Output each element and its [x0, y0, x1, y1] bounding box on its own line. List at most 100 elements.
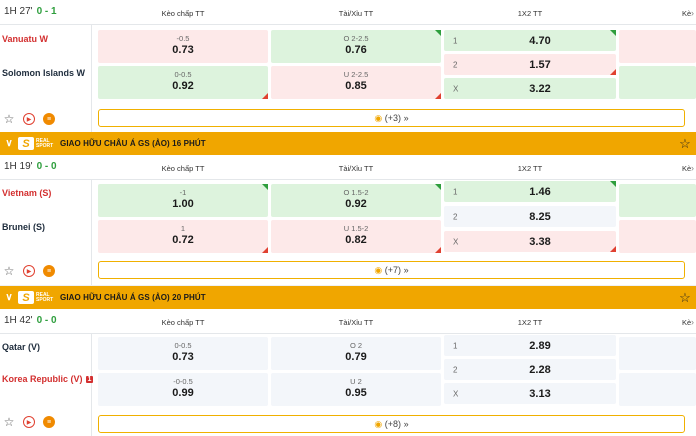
handicap-header: Kèo chấp TT	[161, 9, 205, 18]
1x2-header: 1X2 TT	[517, 9, 543, 18]
odds-cell[interactable]: 2 1.57	[444, 54, 616, 75]
scroll-right-icon[interactable]: ›	[691, 163, 694, 173]
odds-cell[interactable]: 1 1.46	[444, 181, 616, 202]
odds-up-icon	[610, 181, 616, 187]
real-sport-logo: S REAL SPORT	[18, 136, 53, 151]
star-icon[interactable]: ☆	[674, 290, 696, 306]
star-icon[interactable]: ☆	[3, 415, 15, 429]
odds-cell[interactable]: O 2 0.79	[271, 337, 441, 370]
play-icon[interactable]: ▶	[23, 113, 35, 125]
away-team[interactable]: Korea Republic (V) 1	[2, 374, 94, 384]
match-header: 1H 42' 0 - 0 Kèo chấp TT Tài/Xỉu TT 1X2 T…	[0, 309, 696, 334]
star-icon[interactable]: ☆	[3, 112, 15, 126]
odds-cell[interactable]: X 3.38	[444, 231, 616, 252]
odds-cell[interactable]: -0-0.5 0.99	[98, 373, 268, 406]
more-markets-button[interactable]: ◉ (+3) »	[98, 109, 685, 127]
odds-down-icon	[435, 247, 441, 253]
odds-up-icon	[262, 184, 268, 190]
odds-cell[interactable]: O 2-2.5 0.76	[271, 30, 441, 63]
odds-up-icon	[435, 184, 441, 190]
odds-cell[interactable]	[619, 66, 696, 99]
team-column: Vietnam (S) Brunei (S) ☆ ▶ ≡	[0, 180, 92, 285]
home-team[interactable]: Vanuatu W	[2, 34, 48, 44]
more-markets-button[interactable]: ◉ (+7) »	[98, 261, 685, 279]
odds-cell[interactable]: 0-0.5 0.92	[98, 66, 268, 99]
soccer-ball-icon: ◉	[374, 419, 383, 429]
1x2-header: 1X2 TT	[517, 164, 543, 173]
odds-up-icon	[610, 30, 616, 36]
match-score: 0 - 1	[36, 6, 57, 17]
odds-cell[interactable]: X 3.22	[444, 78, 616, 99]
odds-cell[interactable]: 2 8.25	[444, 206, 616, 227]
red-card-badge: 1	[85, 376, 94, 383]
odds-down-icon	[610, 69, 616, 75]
stats-icon[interactable]: ≡	[43, 113, 55, 125]
soccer-ball-icon: ◉	[374, 265, 383, 275]
scroll-right-icon[interactable]: ›	[691, 8, 694, 18]
odds-up-icon	[435, 30, 441, 36]
odds-down-icon	[435, 93, 441, 99]
odds-cell[interactable]: -0.5 0.73	[98, 30, 268, 63]
odds-cell[interactable]: 0-0.5 0.73	[98, 337, 268, 370]
odds-cell[interactable]: 1 2.89	[444, 335, 616, 356]
odds-cell[interactable]	[619, 373, 696, 406]
stats-icon[interactable]: ≡	[43, 416, 55, 428]
odds-cell[interactable]: U 1.5-2 0.82	[271, 220, 441, 253]
overunder-header: Tài/Xỉu TT	[338, 318, 374, 327]
chevron-down-icon[interactable]: ∨	[0, 292, 18, 303]
match-time: 1H 27' 0 - 1	[4, 6, 57, 17]
match-score: 0 - 0	[36, 315, 57, 326]
more-markets-button[interactable]: ◉ (+8) »	[98, 415, 685, 433]
match-card: 1H 42' 0 - 0 Kèo chấp TT Tài/Xỉu TT 1X2 T…	[0, 309, 696, 436]
home-team[interactable]: Vietnam (S)	[2, 188, 51, 198]
real-sport-logo: S REAL SPORT	[18, 290, 53, 305]
odds-cell[interactable]: 1 0.72	[98, 220, 268, 253]
away-team[interactable]: Brunei (S)	[2, 222, 45, 232]
league-title: GIAO HỮU CHÂU Á GS (ẢO) 20 PHÚT	[60, 293, 206, 302]
odds-down-icon	[262, 247, 268, 253]
play-icon[interactable]: ▶	[23, 265, 35, 277]
handicap-header: Kèo chấp TT	[161, 318, 205, 327]
odds-cell[interactable]	[619, 30, 696, 63]
overunder-header: Tài/Xỉu TT	[338, 9, 374, 18]
match-score: 0 - 0	[36, 161, 57, 172]
chevron-right-icon: »	[403, 419, 409, 429]
chevron-right-icon: »	[403, 113, 409, 123]
match-card: 1H 27' 0 - 1 Kèo chấp TT Tài/Xỉu TT 1X2 T…	[0, 0, 696, 132]
odds-cell[interactable]: O 1.5-2 0.92	[271, 184, 441, 217]
scroll-right-icon[interactable]: ›	[691, 317, 694, 327]
1x2-header: 1X2 TT	[517, 318, 543, 327]
chevron-down-icon[interactable]: ∨	[0, 138, 18, 149]
odds-cell[interactable]	[619, 337, 696, 370]
league-header[interactable]: ∨ S REAL SPORT GIAO HỮU CHÂU Á GS (ẢO) 16…	[0, 132, 696, 155]
odds-down-icon	[262, 93, 268, 99]
odds-cell[interactable]: 1 4.70	[444, 30, 616, 51]
star-icon[interactable]: ☆	[3, 264, 15, 278]
overunder-header: Tài/Xỉu TT	[338, 164, 374, 173]
star-icon[interactable]: ☆	[674, 136, 696, 152]
team-column: Qatar (V) Korea Republic (V) 1 ☆ ▶ ≡	[0, 334, 94, 436]
league-header[interactable]: ∨ S REAL SPORT GIAO HỮU CHÂU Á GS (ẢO) 20…	[0, 286, 696, 309]
odds-cell[interactable]	[619, 220, 696, 253]
match-time: 1H 42' 0 - 0	[4, 315, 57, 326]
league-title: GIAO HỮU CHÂU Á GS (ẢO) 16 PHÚT	[60, 139, 206, 148]
odds-cell[interactable]	[619, 184, 696, 217]
match-card: 1H 19' 0 - 0 Kèo chấp TT Tài/Xỉu TT 1X2 T…	[0, 155, 696, 285]
home-team[interactable]: Qatar (V)	[2, 342, 40, 352]
match-header: 1H 19' 0 - 0 Kèo chấp TT Tài/Xỉu TT 1X2 T…	[0, 155, 696, 180]
odds-cell[interactable]: X 3.13	[444, 383, 616, 404]
odds-cell[interactable]: 2 2.28	[444, 359, 616, 380]
odds-cell[interactable]: U 2-2.5 0.85	[271, 66, 441, 99]
chevron-right-icon: »	[403, 265, 409, 275]
handicap-header: Kèo chấp TT	[161, 164, 205, 173]
soccer-ball-icon: ◉	[374, 113, 383, 123]
match-time: 1H 19' 0 - 0	[4, 161, 57, 172]
match-header: 1H 27' 0 - 1 Kèo chấp TT Tài/Xỉu TT 1X2 T…	[0, 0, 696, 25]
play-icon[interactable]: ▶	[23, 416, 35, 428]
team-column: Vanuatu W Solomon Islands W ☆ ▶ ≡	[0, 25, 92, 132]
stats-icon[interactable]: ≡	[43, 265, 55, 277]
odds-cell[interactable]: U 2 0.95	[271, 373, 441, 406]
away-team[interactable]: Solomon Islands W	[2, 68, 85, 78]
odds-cell[interactable]: -1 1.00	[98, 184, 268, 217]
odds-down-icon	[610, 246, 616, 252]
